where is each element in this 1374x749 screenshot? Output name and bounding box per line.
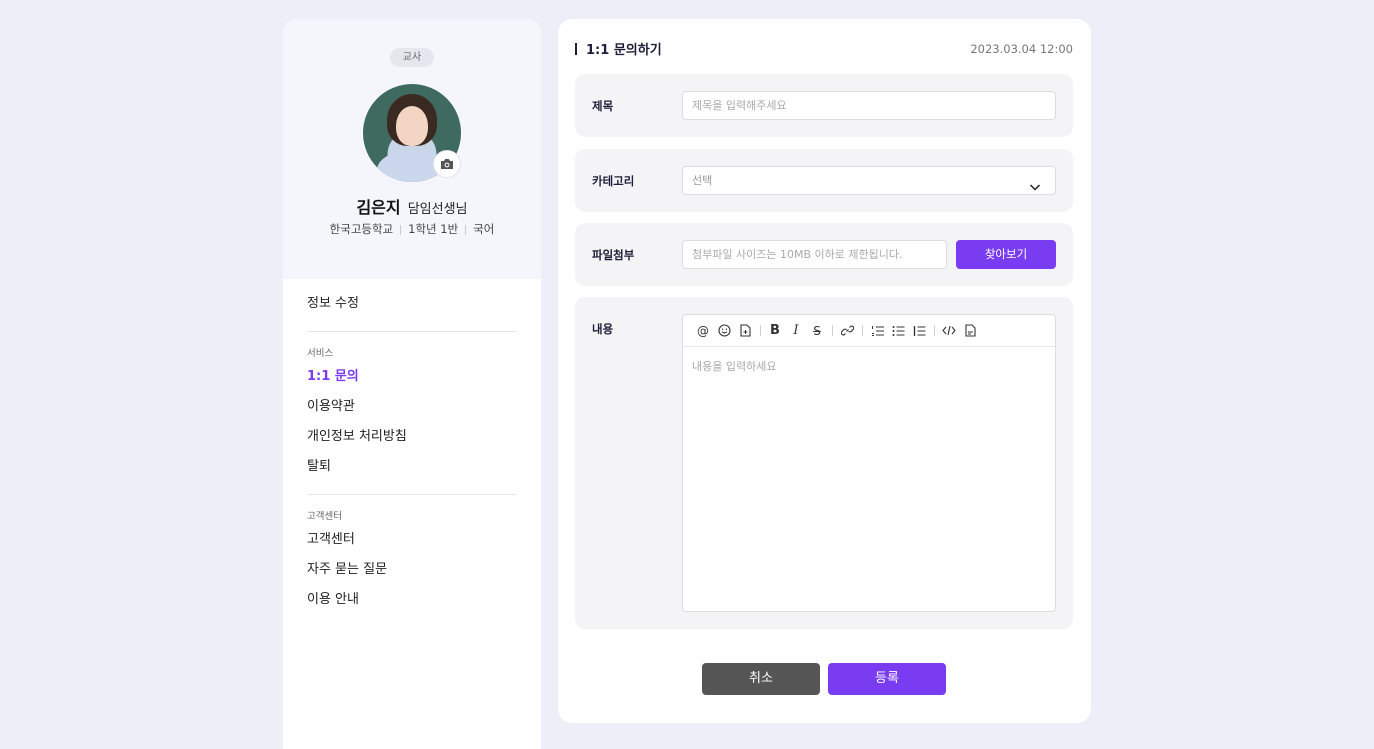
- profile-subject: 국어: [473, 222, 495, 236]
- menu-item-withdraw[interactable]: 탈퇴: [307, 452, 517, 482]
- emoji-icon[interactable]: [716, 323, 732, 339]
- content-label: 내용: [592, 322, 614, 336]
- editor-toolbar: @ B I S: [683, 315, 1055, 347]
- toolbar-divider: [862, 325, 863, 336]
- document-icon[interactable]: [962, 323, 978, 339]
- file-row: 파일첨부 첨부파일 사이즈는 10MB 이하로 제한됩니다. 찾아보기: [575, 223, 1073, 286]
- bold-icon[interactable]: B: [767, 323, 783, 339]
- profile-school-line: 한국고등학교 1학년 1반 국어: [283, 221, 541, 237]
- browse-button[interactable]: 찾아보기: [956, 240, 1056, 269]
- page-title-text: 1:1 문의하기: [586, 43, 662, 58]
- subject-label: 제목: [592, 99, 614, 113]
- category-value: 선택: [692, 174, 713, 187]
- subject-row: 제목 제목을 입력해주세요: [575, 74, 1073, 137]
- toolbar-divider: [832, 325, 833, 336]
- content-editor[interactable]: @ B I S 내용을 입력하세요: [682, 314, 1056, 612]
- italic-icon[interactable]: I: [788, 323, 804, 339]
- menu-item-guide[interactable]: 이용 안내: [307, 585, 517, 615]
- profile-sidebar: 교사 김은지 담임선생님 한국고등학교 1학년 1반 국어 정보 수정 서비스 1:…: [283, 19, 541, 749]
- profile-name: 김은지: [356, 198, 401, 217]
- toolbar-divider: [760, 325, 761, 336]
- menu-item-support[interactable]: 고객센터: [307, 525, 517, 555]
- profile-school: 한국고등학교: [329, 222, 394, 236]
- form-date: 2023.03.04 12:00: [970, 42, 1073, 56]
- menu-item-inquiry[interactable]: 1:1 문의: [307, 362, 517, 392]
- submit-button[interactable]: 등록: [828, 663, 946, 695]
- menu-divider: [307, 331, 517, 332]
- category-label: 카테고리: [592, 174, 635, 188]
- menu-item-faq[interactable]: 자주 묻는 질문: [307, 555, 517, 585]
- toolbar-divider: [934, 325, 935, 336]
- category-select[interactable]: 선택: [682, 166, 1056, 195]
- content-row: 내용 @ B I S 내용을 입력하세요: [575, 297, 1073, 629]
- menu-section-support: 고객센터: [307, 511, 342, 522]
- sidebar-menu: 정보 수정 서비스 1:1 문의 이용약관 개인정보 처리방침 탈퇴 고객센터 …: [283, 289, 541, 615]
- title-bar: [575, 42, 577, 55]
- file-label: 파일첨부: [592, 248, 635, 262]
- menu-item-terms[interactable]: 이용약관: [307, 392, 517, 422]
- menu-item-privacy[interactable]: 개인정보 처리방침: [307, 422, 517, 452]
- bullet-list-icon[interactable]: [890, 323, 906, 339]
- chevron-down-icon: [1029, 175, 1041, 202]
- blockquote-icon[interactable]: [911, 323, 927, 339]
- menu-edit-info[interactable]: 정보 수정: [307, 289, 517, 319]
- mention-icon[interactable]: @: [695, 323, 711, 339]
- content-placeholder: 내용을 입력하세요: [692, 360, 777, 373]
- divider: [465, 224, 467, 235]
- file-icon[interactable]: [737, 323, 753, 339]
- page-title: 1:1 문의하기: [575, 39, 662, 58]
- divider: [400, 224, 402, 235]
- file-input[interactable]: 첨부파일 사이즈는 10MB 이하로 제한됩니다.: [682, 240, 947, 269]
- camera-icon[interactable]: [433, 150, 461, 178]
- avatar-face: [396, 106, 428, 146]
- menu-divider: [307, 494, 517, 495]
- strikethrough-icon[interactable]: S: [809, 323, 825, 339]
- category-row: 카테고리 선택: [575, 149, 1073, 212]
- inquiry-form-card: 1:1 문의하기 2023.03.04 12:00 제목 제목을 입력해주세요 …: [558, 19, 1091, 723]
- menu-section-service: 서비스: [307, 348, 334, 359]
- cancel-button[interactable]: 취소: [702, 663, 820, 695]
- profile-name-line: 김은지 담임선생님: [283, 194, 541, 218]
- ordered-list-icon[interactable]: [869, 323, 885, 339]
- code-icon[interactable]: [941, 323, 957, 339]
- link-icon[interactable]: [839, 323, 855, 339]
- profile-header: 교사 김은지 담임선생님 한국고등학교 1학년 1반 국어: [283, 19, 541, 279]
- profile-class: 1학년 1반: [408, 222, 459, 236]
- profile-title: 담임선생님: [407, 202, 468, 217]
- role-badge: 교사: [390, 48, 434, 67]
- subject-input[interactable]: 제목을 입력해주세요: [682, 91, 1056, 120]
